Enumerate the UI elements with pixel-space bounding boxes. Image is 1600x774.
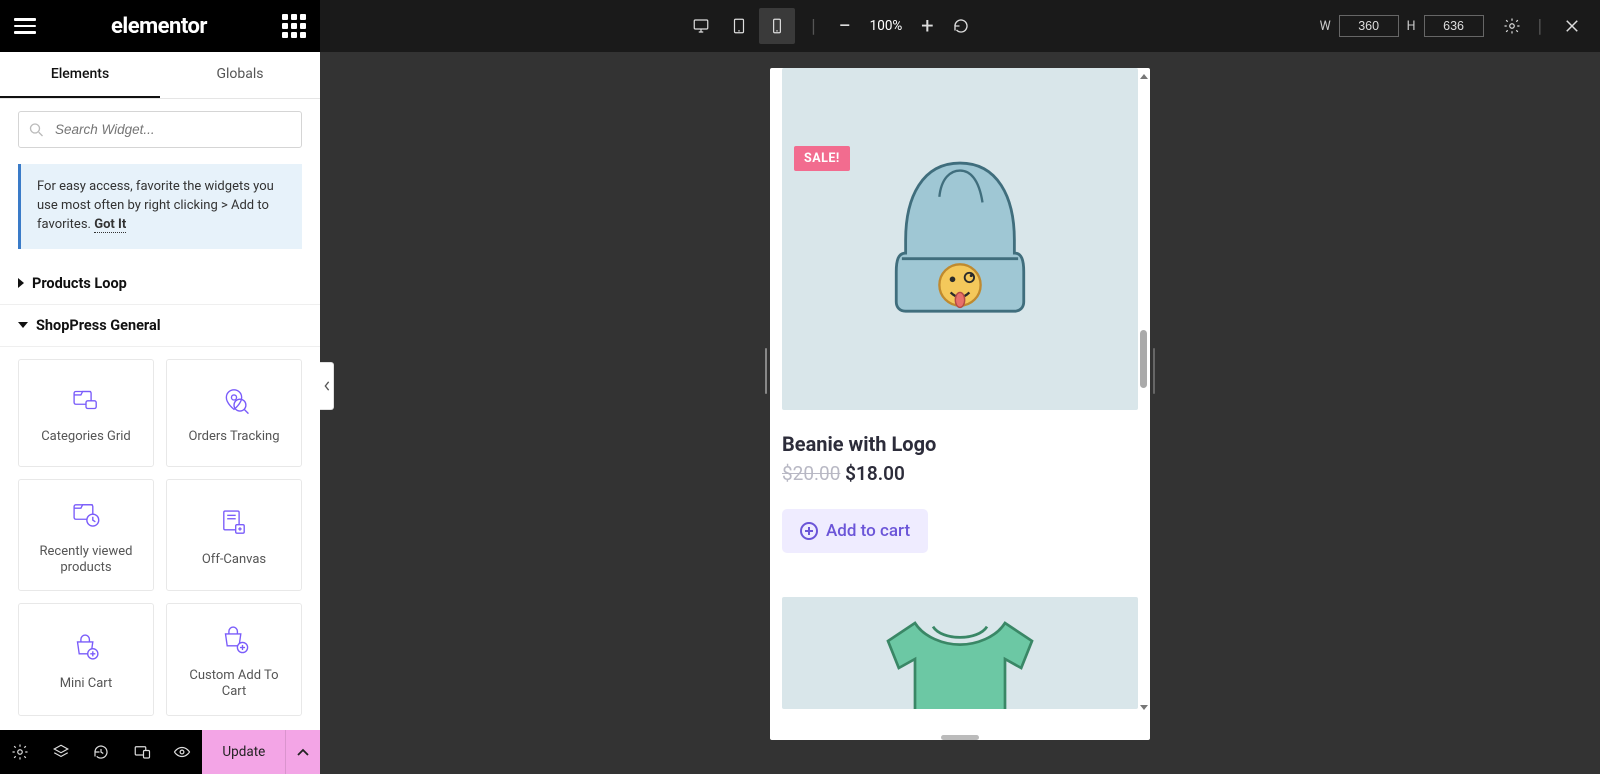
scrollbar-track[interactable] [1138, 74, 1150, 710]
search-icon [29, 122, 44, 137]
product-title[interactable]: Beanie with Logo [782, 432, 1138, 456]
tablet-icon [730, 17, 748, 35]
add-to-cart-label: Add to cart [826, 521, 910, 541]
width-label: W [1320, 19, 1331, 34]
zoom-in-button[interactable]: + [914, 13, 940, 39]
mobile-icon [768, 17, 786, 35]
add-to-cart-button[interactable]: Add to cart [782, 509, 928, 553]
scroll-up-icon[interactable] [1140, 74, 1148, 79]
sale-badge: SALE! [794, 146, 850, 171]
mini-cart-icon [69, 630, 103, 664]
widget-orders-tracking[interactable]: Orders Tracking [166, 359, 302, 467]
gear-icon [1503, 17, 1521, 35]
tracking-icon [217, 383, 251, 417]
preview-frame: SALE! [770, 68, 1150, 740]
tab-globals[interactable]: Globals [160, 52, 320, 98]
product-price: $20.00 $18.00 [782, 462, 1138, 485]
widget-categories-grid[interactable]: Categories Grid [18, 359, 154, 467]
recently-viewed-icon [69, 498, 103, 532]
scroll-down-icon[interactable] [1140, 705, 1148, 710]
search-widget-input[interactable] [18, 111, 302, 148]
responsive-mode-button[interactable] [121, 730, 161, 774]
widget-label: Custom Add To Cart [177, 668, 291, 701]
close-icon [1563, 17, 1581, 35]
separator: | [1538, 16, 1542, 37]
panel-collapse-handle[interactable] [320, 362, 334, 410]
chevron-up-icon [296, 747, 310, 757]
zoom-out-button[interactable]: − [832, 13, 858, 39]
widget-off-canvas[interactable]: Off-Canvas [166, 479, 302, 592]
zoom-reset-button[interactable] [952, 17, 970, 35]
price-new: $18.00 [845, 462, 905, 485]
chevron-left-icon [323, 381, 331, 391]
favorites-info-box: For easy access, favorite the widgets yo… [18, 164, 302, 249]
panel-tabs: Elements Globals [0, 52, 320, 99]
gear-icon [11, 743, 29, 761]
price-old: $20.00 [782, 462, 840, 485]
layers-icon [52, 743, 70, 761]
caret-right-icon [18, 278, 24, 288]
tab-elements[interactable]: Elements [0, 52, 160, 98]
navigator-button[interactable] [40, 730, 80, 774]
resize-handle-right[interactable] [1151, 68, 1157, 394]
widget-label: Off-Canvas [202, 552, 266, 568]
got-it-link[interactable]: Got It [94, 217, 126, 233]
tshirt-illustration [870, 611, 1050, 709]
update-options-button[interactable] [285, 730, 320, 774]
widget-mini-cart[interactable]: Mini Cart [18, 603, 154, 716]
breakpoint-settings-button[interactable] [1498, 12, 1526, 40]
panel-settings-button[interactable] [0, 730, 40, 774]
category-products-loop[interactable]: Products Loop [0, 263, 320, 305]
caret-down-icon [18, 322, 28, 328]
devices-icon [133, 743, 151, 761]
widget-label: Mini Cart [60, 676, 113, 692]
separator: | [811, 16, 815, 37]
widget-custom-add-to-cart[interactable]: Custom Add To Cart [166, 603, 302, 716]
device-tablet-button[interactable] [721, 8, 757, 44]
off-canvas-icon [217, 506, 251, 540]
widget-label: Categories Grid [41, 429, 131, 445]
device-mobile-button[interactable] [759, 8, 795, 44]
info-text: For easy access, favorite the widgets yo… [37, 179, 274, 232]
custom-atc-icon [217, 622, 251, 656]
plus-circle-icon [800, 522, 818, 540]
history-icon [92, 743, 110, 761]
widget-label: Recently viewed products [29, 544, 143, 577]
device-desktop-button[interactable] [683, 8, 719, 44]
widget-recently-viewed[interactable]: Recently viewed products [18, 479, 154, 592]
history-button[interactable] [81, 730, 121, 774]
folder-grid-icon [69, 383, 103, 417]
widget-label: Orders Tracking [188, 429, 279, 445]
desktop-icon [692, 17, 710, 35]
hamburger-menu-icon[interactable] [14, 18, 36, 34]
eye-icon [173, 743, 191, 761]
category-shoppress-general[interactable]: ShopPress General [0, 305, 320, 347]
height-input[interactable] [1424, 15, 1484, 37]
update-button[interactable]: Update [202, 730, 285, 774]
category-label: Products Loop [32, 275, 127, 292]
preview-button[interactable] [162, 730, 202, 774]
height-label: H [1407, 19, 1416, 34]
product-image[interactable]: SALE! [782, 68, 1138, 410]
close-responsive-button[interactable] [1558, 12, 1586, 40]
zoom-level: 100% [870, 18, 903, 34]
elementor-logo: elementor [50, 14, 268, 39]
width-input[interactable] [1339, 15, 1399, 37]
scrollbar-thumb[interactable] [1140, 330, 1147, 388]
category-label: ShopPress General [36, 317, 161, 334]
apps-grid-icon[interactable] [282, 14, 306, 38]
panel-header: elementor [0, 0, 320, 52]
resize-handle-left[interactable] [763, 68, 769, 394]
beanie-illustration [885, 149, 1035, 329]
product-image[interactable] [782, 597, 1138, 709]
resize-handle-bottom[interactable] [941, 735, 979, 740]
